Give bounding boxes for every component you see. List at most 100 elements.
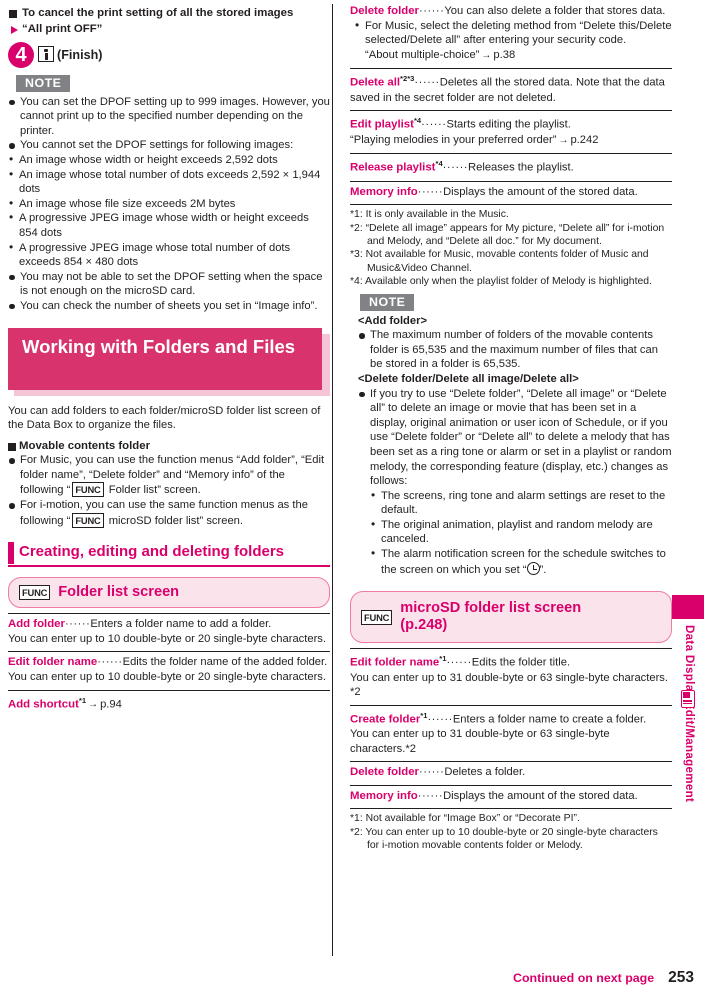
func-panel-title-line2: (p.248) — [400, 617, 448, 634]
phone-icon — [681, 690, 695, 708]
entry-term: Add shortcut — [8, 698, 79, 711]
section-heading-creating-folders: Creating, editing and deleting folders — [8, 542, 330, 568]
entry-create-folder: Create folder*1······Enters a folder nam… — [350, 704, 672, 757]
entry-desc: Deletes a folder. — [444, 766, 526, 779]
entry-desc: Starts editing the playlist. — [446, 119, 571, 132]
entry-page-ref[interactable]: p.242 — [570, 134, 598, 146]
entry-dots: ······ — [414, 77, 440, 90]
all-print-off-option: “All print OFF” — [8, 22, 330, 37]
list-item: You may not be able to set the DPOF sett… — [8, 270, 330, 299]
entry-dots: ······ — [97, 656, 123, 669]
list-item: If you try to use “Delete folder”, “Dele… — [358, 387, 672, 489]
delete-folder-bullets: For Music, select the deleting method fr… — [350, 18, 672, 64]
left-note-list-2: You may not be able to set the DPOF sett… — [8, 270, 330, 314]
func-panel-title: microSD folder list screen (p.248) — [400, 600, 581, 634]
left-note-list: You can set the DPOF setting up to 999 i… — [8, 95, 330, 153]
sublist-text: The alarm notification screen for the sc… — [381, 548, 666, 576]
entry-footnote-marker: *4 — [435, 159, 443, 169]
footnote: *3: Not available for Music, movable con… — [350, 249, 649, 274]
entry-desc: Displays the amount of the stored data. — [443, 185, 638, 198]
step-4-label: (Finish) — [57, 47, 103, 62]
entry-desc: Edits the folder name of the added folde… — [122, 656, 328, 669]
entry-page-ref[interactable]: p.94 — [100, 698, 122, 710]
func-tag: FUNC — [19, 585, 51, 601]
entry-desc: Enters a folder name to create a folder. — [452, 713, 647, 726]
step-4-body: (Finish) — [38, 45, 103, 62]
banner-title: Working with Folders and Files — [8, 327, 322, 390]
manual-page: To cancel the print setting of all the s… — [0, 0, 704, 997]
list-item: For Music, you can use the function menu… — [8, 453, 330, 498]
intro-paragraph: You can add folders to each folder/micro… — [8, 404, 321, 432]
entry-term: Memory info — [350, 185, 418, 198]
bullet-page-ref[interactable]: p.38 — [493, 49, 515, 61]
entry-edit-folder-name-sd: Edit folder name*1······Edits the folder… — [350, 648, 672, 700]
entry-desc: Releases the playlist. — [468, 161, 574, 174]
sublist-tail: ”. — [539, 563, 547, 576]
entry-term: Add folder — [8, 618, 65, 631]
entry-desc: Displays the amount of the stored data. — [443, 789, 638, 802]
list-item: A progressive JPEG image whose width or … — [8, 210, 330, 240]
func-panel-microsd-folder-list[interactable]: FUNC microSD folder list screen (p.248) — [350, 591, 672, 644]
entry-delete-folder-sd: Delete folder······Deletes a folder. — [350, 761, 672, 780]
note-add-folder-list: The maximum number of folders of the mov… — [350, 328, 672, 372]
entry-term: Memory info — [350, 789, 418, 802]
continued-label: Continued on next page — [513, 971, 655, 985]
entry-dots: ······ — [427, 713, 453, 726]
entry-term: Create folder — [350, 713, 421, 726]
list-item: For Music, select the deleting method fr… — [354, 18, 672, 64]
clock-icon — [526, 561, 540, 575]
entry-release-playlist: Release playlist*4······Releases the pla… — [350, 153, 672, 175]
entry-dots: ······ — [421, 119, 447, 132]
func-panel-folder-list[interactable]: FUNC Folder list screen — [8, 577, 330, 609]
footnote: *4: Available only when the playlist fol… — [350, 276, 652, 288]
entry-delete-folder: Delete folder······You can also delete a… — [350, 4, 672, 63]
note-badge-left: NOTE — [16, 74, 71, 92]
entry-dots: ······ — [417, 185, 444, 198]
entry-dots: ······ — [446, 657, 472, 669]
entry-extra: You can enter up to 10 double-byte or 20… — [8, 632, 327, 645]
entry-memory-info-sd: Memory info······Displays the amount of … — [350, 784, 672, 804]
bullet-ref: “About multiple-choice” — [365, 48, 480, 61]
footnotes-top: *1: It is only available in the Music. *… — [350, 204, 672, 288]
list-item: The original animation, playlist and ran… — [370, 517, 672, 547]
movable-contents-list: For Music, you can use the function menu… — [8, 453, 330, 528]
left-note-sublist: An image whose width or height exceeds 2… — [8, 152, 330, 270]
footnote: *1: Not available for “Image Box” or “De… — [350, 813, 580, 825]
chapter-tab-label: Data Display/Edit/Management — [683, 625, 696, 803]
page-footer: Continued on next page 253 — [0, 969, 704, 987]
note-delete-folder-sublist: The screens, ring tone and alarm setting… — [350, 488, 672, 578]
func-tag-inline: FUNC — [72, 512, 104, 528]
movable-item-0-tail: Folder list” screen. — [105, 484, 201, 497]
entry-extra: “Playing melodies in your preferred orde… — [350, 133, 557, 146]
entry-edit-playlist: Edit playlist*4······Starts editing the … — [350, 110, 672, 148]
entry-memory-info: Memory info······Displays the amount of … — [350, 180, 672, 200]
note-delete-folder-list: If you try to use “Delete folder”, “Dele… — [350, 387, 672, 489]
entry-footnote-marker: *2*3 — [400, 74, 415, 84]
footnote: *2: You can enter up to 10 double-byte o… — [350, 826, 658, 852]
entry-term: Delete folder — [350, 5, 419, 17]
list-item: You cannot set the DPOF settings for fol… — [8, 138, 330, 153]
arrow-icon: → — [558, 134, 569, 146]
movable-item-1-tail: microSD folder list” screen. — [105, 514, 244, 527]
info-key-icon — [38, 45, 54, 62]
entry-term: Edit folder name — [8, 656, 98, 669]
list-item: The maximum number of folders of the mov… — [358, 328, 672, 372]
page-number: 253 — [668, 969, 694, 986]
list-item: You can check the number of sheets you s… — [8, 299, 330, 314]
entry-term: Release playlist — [350, 161, 436, 174]
bullet-text: For Music, select the deleting method fr… — [365, 19, 672, 47]
entry-term: Delete folder — [350, 766, 419, 779]
right-column: Delete folder······You can also delete a… — [350, 0, 672, 853]
note-subhead-add-folder: <Add folder> — [358, 314, 427, 327]
entry-add-shortcut: Add shortcut*1 → p.94 — [8, 689, 330, 713]
left-column: To cancel the print setting of all the s… — [8, 0, 330, 713]
arrow-icon: → — [88, 699, 99, 711]
entry-dots: ······ — [419, 5, 445, 17]
entry-desc: You can also delete a folder that stores… — [444, 5, 666, 17]
note-subhead-delete-folder: <Delete folder/Delete all image/Delete a… — [358, 372, 579, 385]
list-item: An image whose file size exceeds 2M byte… — [8, 196, 330, 212]
entry-term: Delete all — [350, 77, 401, 90]
footnotes-bottom: *1: Not available for “Image Box” or “De… — [350, 808, 672, 852]
entry-extra: You can enter up to 10 double-byte or 20… — [8, 671, 327, 684]
chapter-banner: Working with Folders and Files — [8, 327, 330, 396]
